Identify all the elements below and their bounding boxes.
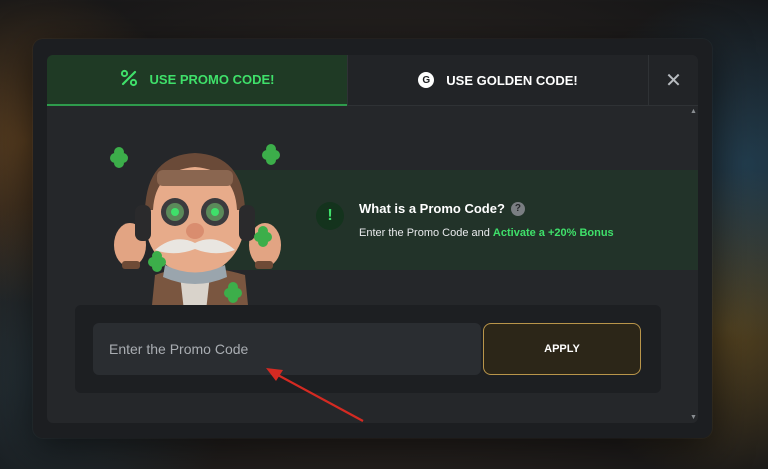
scroll-up-arrow-icon[interactable]: ▲ [690, 108, 697, 115]
promo-entry-box: APPLY [75, 305, 661, 393]
percent-icon [120, 69, 138, 90]
apply-button[interactable]: APPLY [483, 323, 641, 375]
help-icon[interactable]: ? [510, 201, 525, 216]
bonus-highlight: Activate a +20% Bonus [492, 227, 614, 239]
tab-label: USE GOLDEN CODE! [446, 72, 578, 88]
tab-bar: USE PROMO CODE! G USE GOLDEN CODE! ✕ [47, 55, 698, 106]
promo-code-modal: USE PROMO CODE! G USE GOLDEN CODE! ✕ ! W… [33, 39, 712, 438]
tab-use-promo-code[interactable]: USE PROMO CODE! [47, 55, 347, 106]
close-button[interactable]: ✕ [648, 55, 698, 106]
close-icon: ✕ [665, 69, 682, 92]
tab-label: USE PROMO CODE! [149, 72, 275, 87]
mascot-illustration [95, 125, 295, 325]
info-title: What is a Promo Code? ? [359, 201, 525, 216]
scroll-down-arrow-icon[interactable]: ▼ [690, 414, 697, 421]
promo-code-input[interactable] [93, 323, 481, 375]
info-exclamation-icon: ! [316, 202, 344, 230]
modal-panel: USE PROMO CODE! G USE GOLDEN CODE! ✕ ! W… [47, 55, 698, 423]
scrollbar[interactable]: ▲ ▼ [688, 106, 698, 423]
info-description: Enter the Promo Code and Activate a +20%… [359, 227, 614, 239]
info-title-text: What is a Promo Code? [359, 201, 505, 216]
tab-use-golden-code[interactable]: G USE GOLDEN CODE! [347, 55, 648, 106]
golden-coin-icon: G [418, 72, 435, 88]
info-desc-prefix: Enter the Promo Code and [359, 227, 493, 239]
